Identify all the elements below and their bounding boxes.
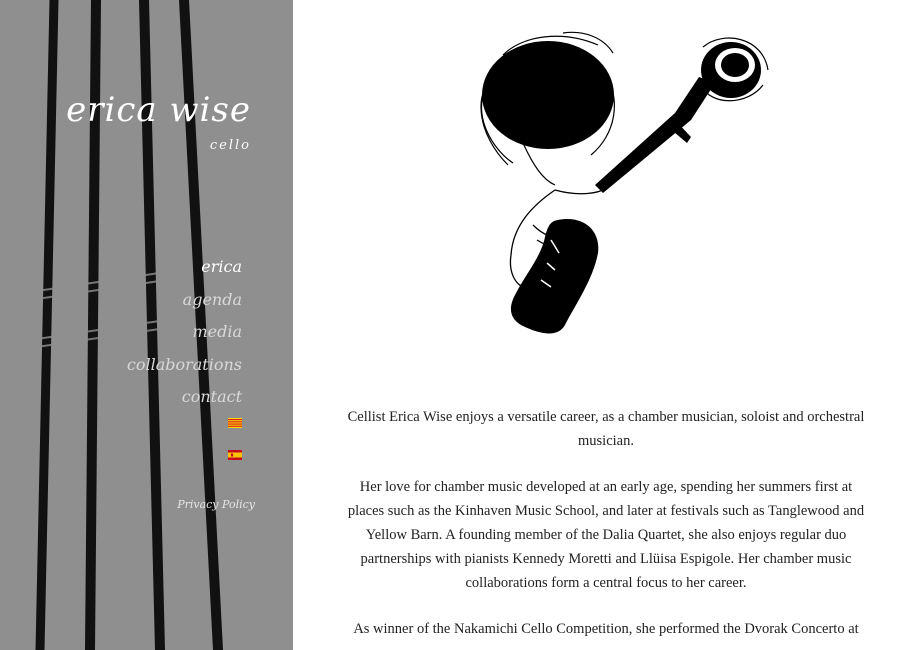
main-content: Cellist Erica Wise enjoys a versatile ca… — [293, 0, 900, 650]
nav-item-erica[interactable]: erica — [127, 251, 242, 284]
bio-paragraph: Her love for chamber music developed at … — [347, 479, 865, 591]
nav-item-agenda[interactable]: agenda — [127, 284, 242, 317]
spanish-flag-icon[interactable] — [228, 450, 242, 460]
bio-paragraph: Cellist Erica Wise enjoys a versatile ca… — [347, 409, 865, 449]
catalan-flag-icon[interactable] — [228, 418, 242, 428]
site-subtitle: cello — [209, 138, 251, 153]
nav-item-media[interactable]: media — [127, 316, 242, 349]
privacy-policy-link[interactable]: Privacy Policy — [177, 498, 255, 511]
bio-paragraph: As winner of the Nakamichi Cello Competi… — [353, 621, 859, 637]
main-nav: erica agenda media collaborations contac… — [127, 251, 242, 414]
site-title[interactable]: erica wise — [66, 90, 251, 130]
sidebar: erica wise cello erica agenda media coll… — [0, 0, 293, 650]
cellist-illustration — [480, 31, 769, 334]
nav-item-contact[interactable]: contact — [127, 381, 242, 414]
nav-item-collaborations[interactable]: collaborations — [127, 349, 242, 382]
bio-text: Cellist Erica Wise enjoys a versatile ca… — [341, 405, 871, 650]
